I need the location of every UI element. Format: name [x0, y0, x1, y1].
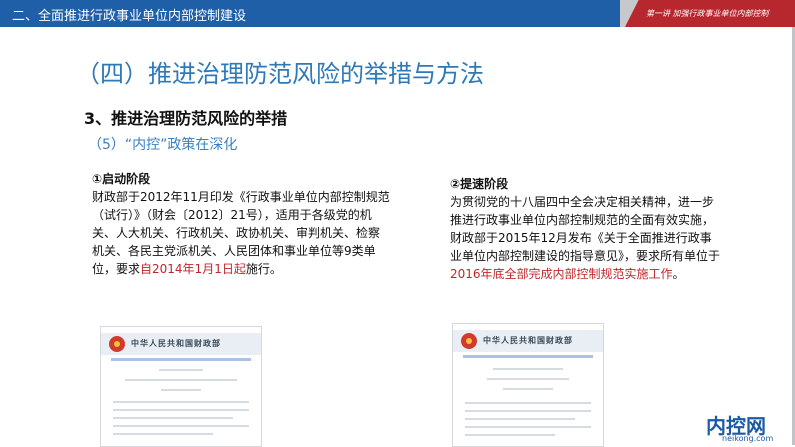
document-text-line: [503, 388, 553, 390]
document-text-line: [465, 434, 555, 436]
ministry-name: 中华人民共和国财政部: [483, 336, 573, 345]
slide-heading: （四）推进治理防范风险的举措与方法: [76, 60, 484, 88]
ministry-name: 中华人民共和国财政部: [131, 339, 221, 348]
stage-1-text-after: 施行。: [245, 262, 282, 276]
document-rule: [111, 358, 251, 361]
document-header: 中华人民共和国财政部: [453, 330, 603, 352]
document-text-line: [493, 368, 563, 370]
national-emblem-icon: [109, 336, 125, 352]
site-url: neikong.com: [722, 434, 774, 443]
document-text-line: [487, 378, 569, 380]
stage-2-text-highlight: 2016年底全部完成内部控制规范实施工作: [450, 267, 673, 281]
document-text-line: [125, 379, 237, 381]
document-text-line: [161, 389, 201, 391]
document-text-line: [159, 369, 203, 371]
document-text-line: [113, 425, 249, 427]
document-text-line: [465, 402, 591, 404]
document-text-line: [113, 409, 249, 411]
slide-subheading: 3、推进治理防范风险的举措: [84, 109, 288, 128]
document-text-line: [465, 418, 575, 420]
national-emblem-icon: [461, 333, 477, 349]
policy-document-image-1: 中华人民共和国财政部: [100, 326, 262, 447]
stage-2-text-before: 为贯彻党的十八届四中全会决定相关精神，进一步推进行政事业单位内部控制规范的全面有…: [450, 195, 721, 263]
document-text-line: [113, 417, 233, 419]
policy-document-image-2: 中华人民共和国财政部: [452, 323, 604, 447]
top-bar-title-band: 二、全面推进行政事业单位内部控制建设: [0, 0, 620, 27]
document-text-line: [113, 433, 213, 435]
document-text-line: [465, 410, 591, 412]
stage-1-title: ①启动阶段: [92, 172, 151, 186]
section-title: 二、全面推进行政事业单位内部控制建设: [12, 9, 247, 24]
document-text-line: [465, 426, 591, 428]
document-header: 中华人民共和国财政部: [101, 333, 261, 355]
stage-1-text-highlight: 自2014年1月1日起: [140, 262, 246, 276]
stage-2-title: ②提速阶段: [450, 177, 509, 191]
stage-2-text-after: 。: [672, 267, 685, 281]
document-rule: [463, 355, 593, 358]
document-text-line: [113, 401, 249, 403]
stage-2-text: 为贯彻党的十八届四中全会决定相关精神，进一步推进行政事业单位内部控制规范的全面有…: [450, 193, 720, 283]
stage-1-text: 财政部于2012年11月印发《行政事业单位内部控制规范（试行）》（财会〔2012…: [92, 188, 390, 278]
lecture-subtitle: 第一讲 加强行政事业单位内部控制: [646, 9, 769, 18]
slide-subsubheading: （5）“内控”政策在深化: [88, 137, 238, 153]
